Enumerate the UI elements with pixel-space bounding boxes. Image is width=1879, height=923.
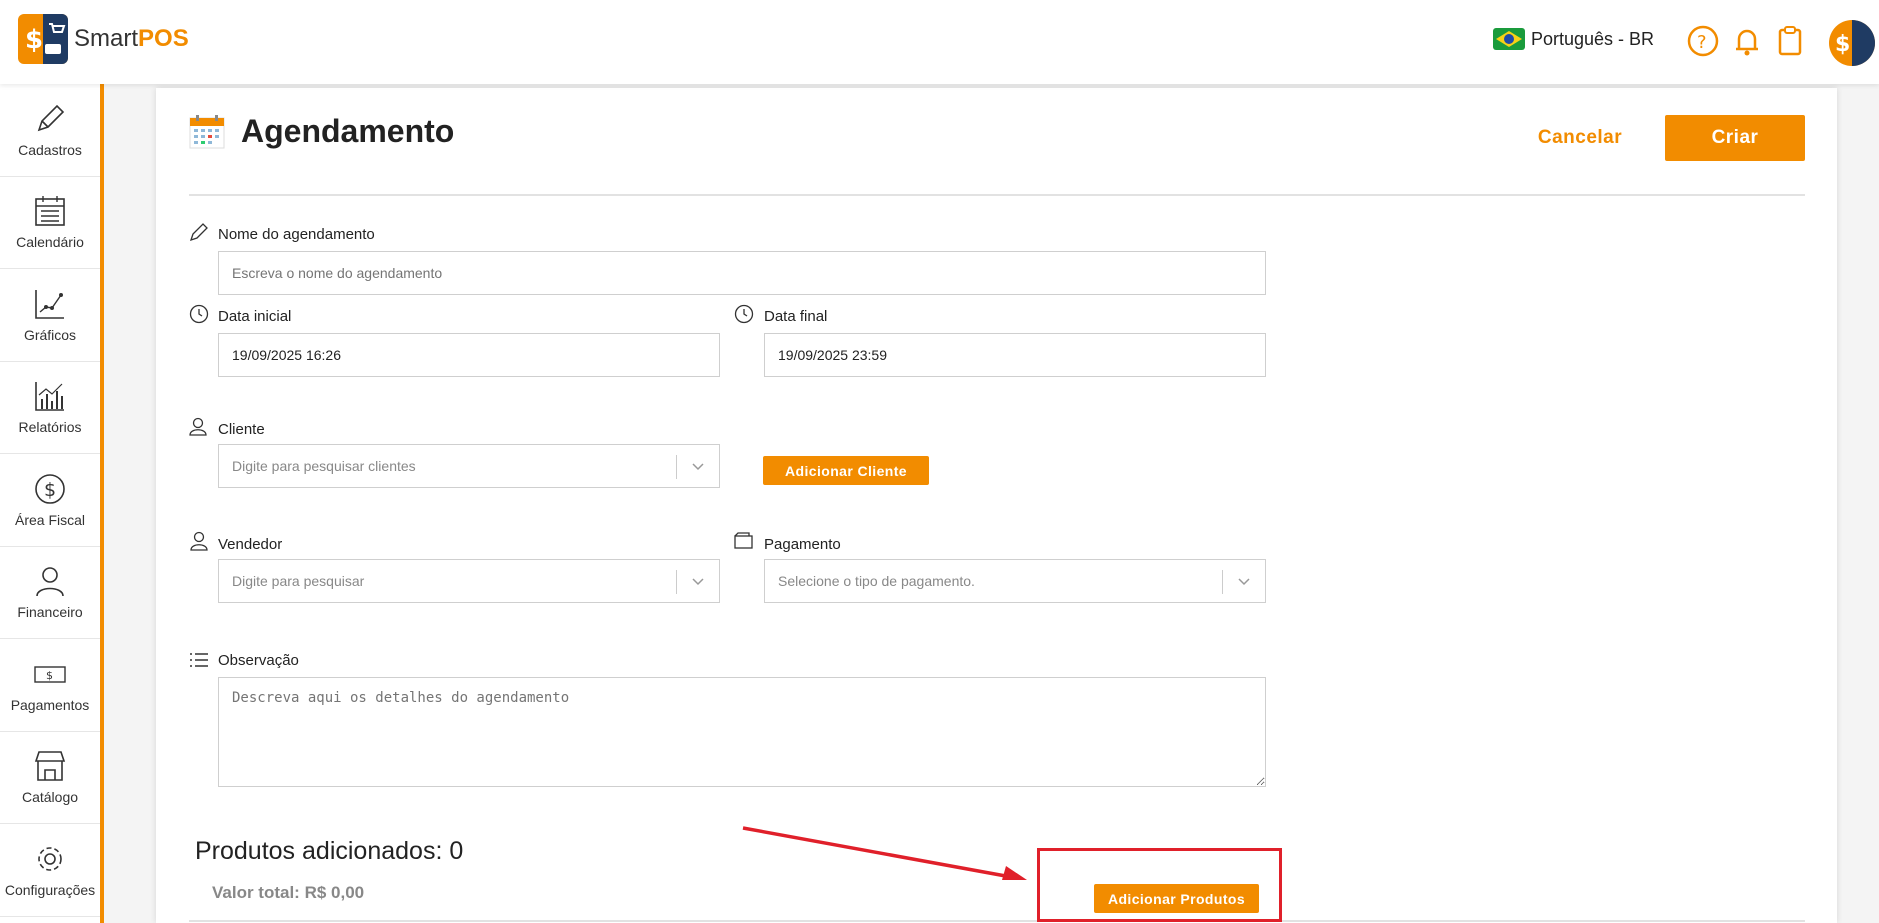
sidebar-item-cadastros[interactable]: Cadastros: [0, 84, 100, 177]
end-date-field[interactable]: 19/09/2025 23:59: [764, 333, 1266, 377]
end-date-value: 19/09/2025 23:59: [778, 347, 887, 363]
sidebar-item-label: Pagamentos: [10, 696, 90, 713]
sidebar-item-label: Configurações: [4, 881, 96, 898]
payment-label: Pagamento: [764, 536, 841, 553]
sidebar-item-label: Relatórios: [18, 419, 82, 436]
create-button[interactable]: Criar: [1665, 115, 1805, 161]
sidebar-item-label: Gráficos: [23, 326, 77, 343]
start-date-value: 19/09/2025 16:26: [232, 347, 341, 363]
chevron-down-icon[interactable]: [691, 459, 705, 473]
chevron-down-icon[interactable]: [691, 574, 705, 588]
top-bar: $ SmartPOS Português - BR ? $: [0, 0, 1879, 84]
language-label: Português - BR: [1531, 28, 1655, 49]
start-date-label: Data inicial: [218, 308, 292, 325]
select-separator: [1222, 570, 1223, 594]
seller-select[interactable]: Digite para pesquisar: [218, 559, 720, 603]
sidebar: Cadastros Calendário Gráficos Relatórios…: [0, 84, 104, 923]
form-card: [156, 88, 1837, 923]
banknote-icon: $: [34, 666, 66, 683]
pencil-icon: [189, 223, 208, 242]
svg-text:$: $: [1835, 32, 1850, 57]
payment-placeholder: Selecione o tipo de pagamento.: [778, 573, 975, 589]
store-icon: [34, 751, 66, 782]
products-title: Produtos adicionados: 0: [195, 837, 464, 865]
calendar-icon: [35, 196, 65, 227]
sidebar-item-graficos[interactable]: Gráficos: [0, 269, 100, 362]
person-icon: [190, 531, 208, 551]
clock-icon: [734, 304, 754, 324]
annotation-highlight-box: [1037, 848, 1282, 922]
app-logo[interactable]: $ SmartPOS: [18, 14, 189, 64]
page-title: Agendamento: [241, 113, 455, 149]
sidebar-item-label: Cadastros: [18, 141, 82, 158]
avatar[interactable]: $: [1829, 20, 1875, 66]
payment-select[interactable]: Selecione o tipo de pagamento.: [764, 559, 1266, 603]
list-icon: [190, 653, 208, 667]
line-chart-icon: [35, 289, 64, 319]
client-placeholder: Digite para pesquisar clientes: [232, 458, 416, 474]
svg-text:$: $: [25, 25, 43, 55]
person-icon: [36, 567, 64, 597]
header-divider: [189, 194, 1805, 196]
bar-chart-icon: [35, 382, 64, 412]
total-value: Valor total: R$ 0,00: [212, 883, 365, 902]
svg-text:$: $: [46, 669, 53, 682]
sidebar-item-label: Calendário: [16, 234, 84, 251]
svg-text:$: $: [44, 479, 56, 501]
sidebar-item-relatorios[interactable]: Relatórios: [0, 362, 100, 454]
logo-text: SmartPOS: [74, 25, 189, 52]
sidebar-item-label: Financeiro: [17, 604, 83, 621]
brazil-flag-icon: [1493, 28, 1525, 50]
sidebar-item-financeiro[interactable]: Financeiro: [0, 547, 100, 639]
add-client-button[interactable]: Adicionar Cliente: [763, 456, 929, 485]
help-icon[interactable]: ?: [1686, 24, 1720, 58]
select-separator: [676, 570, 677, 594]
sidebar-item-area-fiscal[interactable]: $ Área Fiscal: [0, 454, 100, 547]
client-label: Cliente: [218, 421, 265, 438]
clipboard-icon[interactable]: [1773, 24, 1807, 58]
sidebar-item-pagamentos[interactable]: $ Pagamentos: [0, 639, 100, 732]
sidebar-item-label: Catálogo: [21, 789, 79, 806]
calendar-icon: [189, 115, 225, 149]
gear-icon: [38, 846, 62, 871]
sidebar-item-configuracoes[interactable]: Configurações: [0, 824, 100, 917]
clock-icon: [189, 304, 209, 324]
wallet-icon: [734, 532, 753, 549]
language-selector[interactable]: Português - BR: [1493, 28, 1654, 50]
chevron-down-icon[interactable]: [1237, 574, 1251, 588]
logo-icon: $: [18, 14, 68, 64]
end-date-label: Data final: [764, 308, 828, 325]
dollar-circle-icon: $: [35, 473, 65, 504]
cancel-button[interactable]: Cancelar: [1520, 116, 1640, 160]
client-select[interactable]: Digite para pesquisar clientes: [218, 444, 720, 488]
annotation-arrow-icon: [742, 826, 1027, 880]
select-separator: [676, 455, 677, 479]
svg-text:?: ?: [1697, 32, 1707, 53]
start-date-field[interactable]: 19/09/2025 16:26: [218, 333, 720, 377]
name-input[interactable]: [218, 251, 1266, 295]
notes-label: Observação: [218, 652, 299, 669]
sidebar-item-catalogo[interactable]: Catálogo: [0, 732, 100, 824]
users-icon: [189, 417, 207, 436]
notes-textarea[interactable]: [218, 677, 1266, 787]
bell-icon[interactable]: [1730, 24, 1764, 58]
seller-placeholder: Digite para pesquisar: [232, 573, 365, 589]
sidebar-item-label: Área Fiscal: [14, 511, 86, 528]
pencil-icon: [37, 104, 65, 132]
seller-label: Vendedor: [218, 536, 283, 553]
sidebar-item-calendario[interactable]: Calendário: [0, 177, 100, 269]
name-label: Nome do agendamento: [218, 226, 375, 243]
bottom-divider: [189, 920, 1805, 922]
